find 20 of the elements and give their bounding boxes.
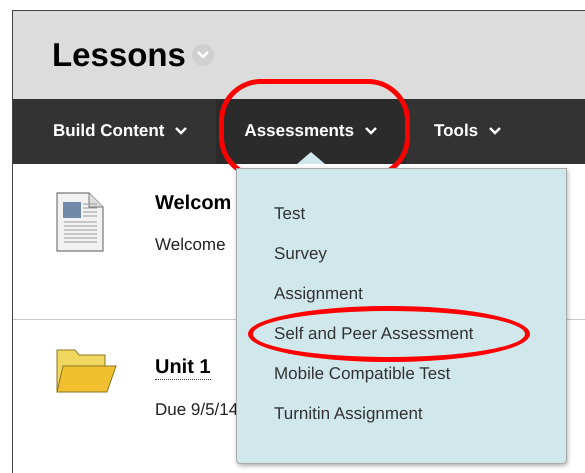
chevron-icon	[364, 126, 378, 136]
menu-item[interactable]: Self and Peer Assessment	[237, 314, 474, 354]
page-title: Lessons	[52, 36, 186, 74]
item-title: Welcom	[155, 192, 232, 214]
nav-menu-button[interactable]: Assessments	[216, 99, 406, 164]
options-chevron-icon[interactable]	[192, 44, 214, 66]
document-icon	[55, 192, 105, 252]
chevron-icon	[488, 126, 502, 136]
menu-item[interactable]: Mobile Compatible Test	[237, 354, 450, 394]
item-description: Due 9/5/14	[155, 400, 238, 420]
nav-menu-button[interactable]: Build Content	[25, 99, 216, 164]
chevron-icon	[174, 126, 188, 136]
menu-item[interactable]: Turnitin Assignment	[237, 394, 423, 434]
menu-item[interactable]: Test	[237, 194, 306, 234]
item-description: Welcome	[155, 234, 227, 254]
chevron-icon	[196, 50, 210, 60]
item-title-link[interactable]: Unit 1	[155, 356, 211, 380]
nav-menu-button[interactable]: Tools	[406, 99, 530, 164]
menu-item[interactable]: Assignment	[237, 274, 363, 314]
menu-item[interactable]: Survey	[237, 234, 327, 274]
